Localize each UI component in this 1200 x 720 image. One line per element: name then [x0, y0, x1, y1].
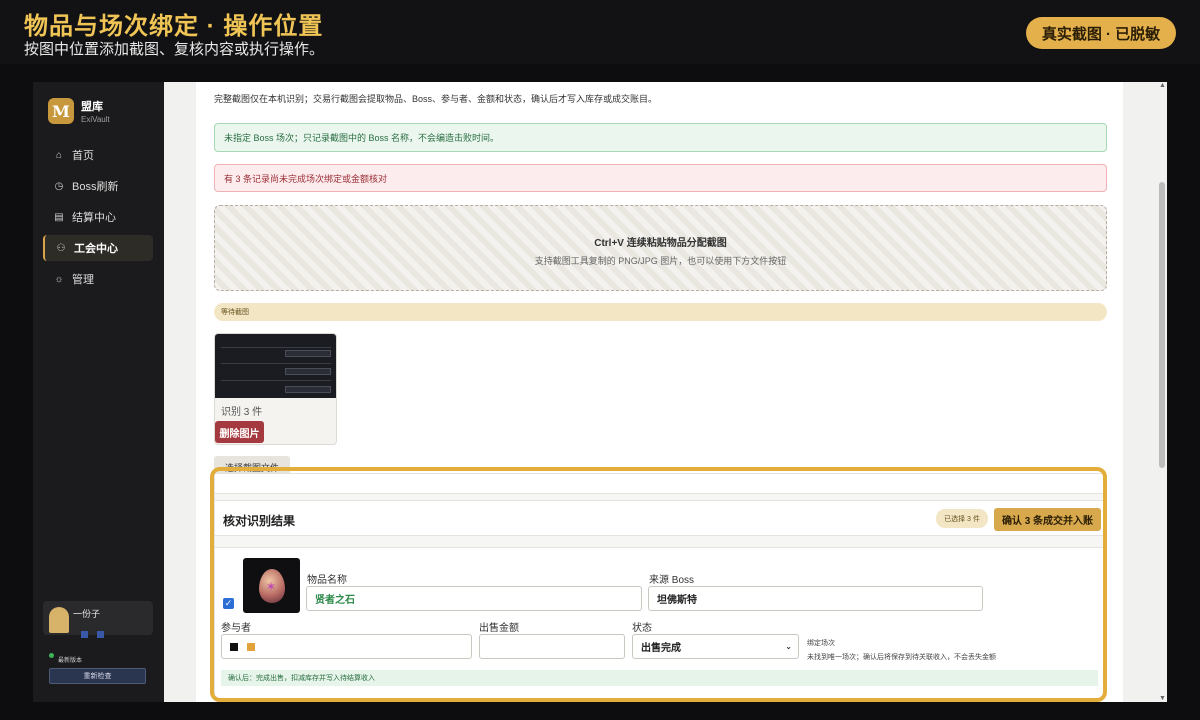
item-name-label: 物品名称 [307, 575, 347, 586]
app-window: M 盟库 ExiVault ⌂ 首页 ◷ Boss刷新 ▤ 结算中心 ⚇ 工会中… [33, 82, 1167, 702]
participants-input[interactable] [221, 634, 472, 659]
status-select-value: 出售完成 [641, 643, 681, 654]
chevron-down-icon: ⌄ [785, 642, 792, 651]
scrollbar-thumb[interactable] [1159, 182, 1165, 468]
scroll-up-icon[interactable]: ▲ [1159, 82, 1166, 89]
sidebar-item-guild[interactable]: ⚇ 工会中心 [43, 235, 153, 261]
gear-icon: ☼ [54, 273, 64, 285]
price-label: 出售金额 [479, 623, 519, 634]
selected-count-badge: 已选择 3 件 [936, 509, 988, 528]
sidebar-item-label: 管理 [72, 274, 94, 286]
banner-title: 物品与场次绑定 · 操作位置 [24, 13, 324, 40]
philosopher-stone-icon: ✶ [258, 568, 285, 603]
banner-subtitle: 按图中位置添加截图、复核内容或执行操作。 [24, 41, 325, 58]
home-icon: ⌂ [55, 149, 63, 161]
item-checkbox[interactable]: ✓ [223, 598, 234, 609]
warning-alert: 有 3 条记录尚未完成场次绑定或金额核对 [214, 164, 1107, 192]
scroll-down-icon[interactable]: ▼ [1159, 695, 1166, 702]
status-select[interactable]: 出售完成 ⌄ [632, 634, 799, 659]
sidebar-item-admin[interactable]: ☼ 管理 [43, 266, 153, 292]
scrollbar[interactable]: ▲ ▼ [1157, 82, 1167, 702]
sidebar-item-boss-refresh[interactable]: ◷ Boss刷新 [43, 173, 153, 199]
status-dot-icon [49, 653, 54, 658]
confirm-entry-button[interactable]: 确认 3 条成交并入账 [994, 508, 1101, 531]
status-label: 状态 [632, 623, 652, 634]
brand-logo: M [48, 98, 74, 124]
bind-session-desc: 未找到唯一场次；确认后将保存到待关联收入，不会丢失金额 [807, 654, 996, 661]
list-item: ✓ ✶ 物品名称 贤者之石 来源 Boss 坦佛斯特 参与者 出售金额 状态 出… [215, 547, 1104, 700]
screenshot-thumbnail[interactable] [215, 334, 336, 398]
screenshot-thumbnail-card: 识别 3 件 删除图片 [214, 333, 337, 445]
item-image: ✶ [243, 558, 300, 613]
dropzone-title: Ctrl+V 连续粘贴物品分配截图 [594, 238, 727, 249]
review-header: 核对识别结果 已选择 3 件 确认 3 条成交并入账 [215, 500, 1104, 536]
boss-input[interactable]: 坦佛斯特 [648, 586, 983, 611]
user-name: 一份子 [73, 609, 101, 619]
participants-label: 参与者 [221, 623, 251, 634]
info-alert: 未指定 Boss 场次；只记录截图中的 Boss 名称，不会编造击败时间。 [214, 123, 1107, 152]
sidebar-item-label: 结算中心 [72, 212, 116, 224]
users-icon: ⚇ [56, 242, 66, 254]
sidebar-item-label: 工会中心 [74, 243, 118, 255]
brand-name: 盟库 [81, 101, 103, 113]
sidebar-item-label: 首页 [72, 150, 94, 162]
delete-image-button[interactable]: 删除图片 [215, 421, 264, 443]
clock-icon: ◷ [54, 180, 64, 192]
brand: M 盟库 ExiVault [48, 98, 110, 124]
banner-badge: 真实截图 · 已脱敏 [1026, 17, 1176, 49]
document-icon: ▤ [54, 211, 64, 223]
sidebar-nav: ⌂ 首页 ◷ Boss刷新 ▤ 结算中心 ⚇ 工会中心 ☼ 管理 [43, 142, 153, 297]
review-title: 核对识别结果 [223, 514, 296, 528]
paste-dropzone[interactable]: Ctrl+V 连续粘贴物品分配截图 支持截图工具复制的 PNG/JPG 图片，也… [214, 205, 1107, 291]
sidebar-item-settlement[interactable]: ▤ 结算中心 [43, 204, 153, 230]
thumbnail-caption: 识别 3 件 [221, 407, 263, 418]
avatar [49, 607, 69, 633]
user-badges [81, 625, 113, 643]
confirm-note: 确认后：完成出售，扣减库存并写入待结算收入 [221, 670, 1098, 686]
boss-label: 来源 Boss [649, 575, 695, 586]
top-banner: 物品与场次绑定 · 操作位置 按图中位置添加截图、复核内容或执行操作。 真实截图… [0, 0, 1200, 64]
sidebar-item-label: Boss刷新 [72, 181, 119, 193]
review-panel: 核对识别结果 已选择 3 件 确认 3 条成交并入账 ✓ ✶ 物品名称 贤者之石… [214, 473, 1105, 700]
waiting-status: 等待截图 [214, 303, 1107, 321]
sidebar-item-home[interactable]: ⌂ 首页 [43, 142, 153, 168]
price-input[interactable] [479, 634, 625, 659]
intro-text: 完整截图仅在本机识别；交易行截图会提取物品、Boss、参与者、金额和状态，确认后… [214, 94, 658, 104]
version-status: 最新版本 [58, 658, 83, 664]
sidebar: M 盟库 ExiVault ⌂ 首页 ◷ Boss刷新 ▤ 结算中心 ⚇ 工会中… [33, 82, 164, 702]
item-name-input[interactable]: 贤者之石 [306, 586, 642, 611]
dropzone-subtitle: 支持截图工具复制的 PNG/JPG 图片，也可以使用下方文件按钮 [534, 256, 787, 266]
brand-subtitle: ExiVault [81, 115, 110, 124]
bind-session-title: 绑定场次 [807, 640, 835, 647]
user-card[interactable]: 一份子 [43, 601, 153, 638]
main-content: 完整截图仅在本机识别；交易行截图会提取物品、Boss、参与者、金额和状态，确认后… [196, 82, 1123, 702]
recheck-button[interactable]: 重新检查 [49, 668, 146, 684]
